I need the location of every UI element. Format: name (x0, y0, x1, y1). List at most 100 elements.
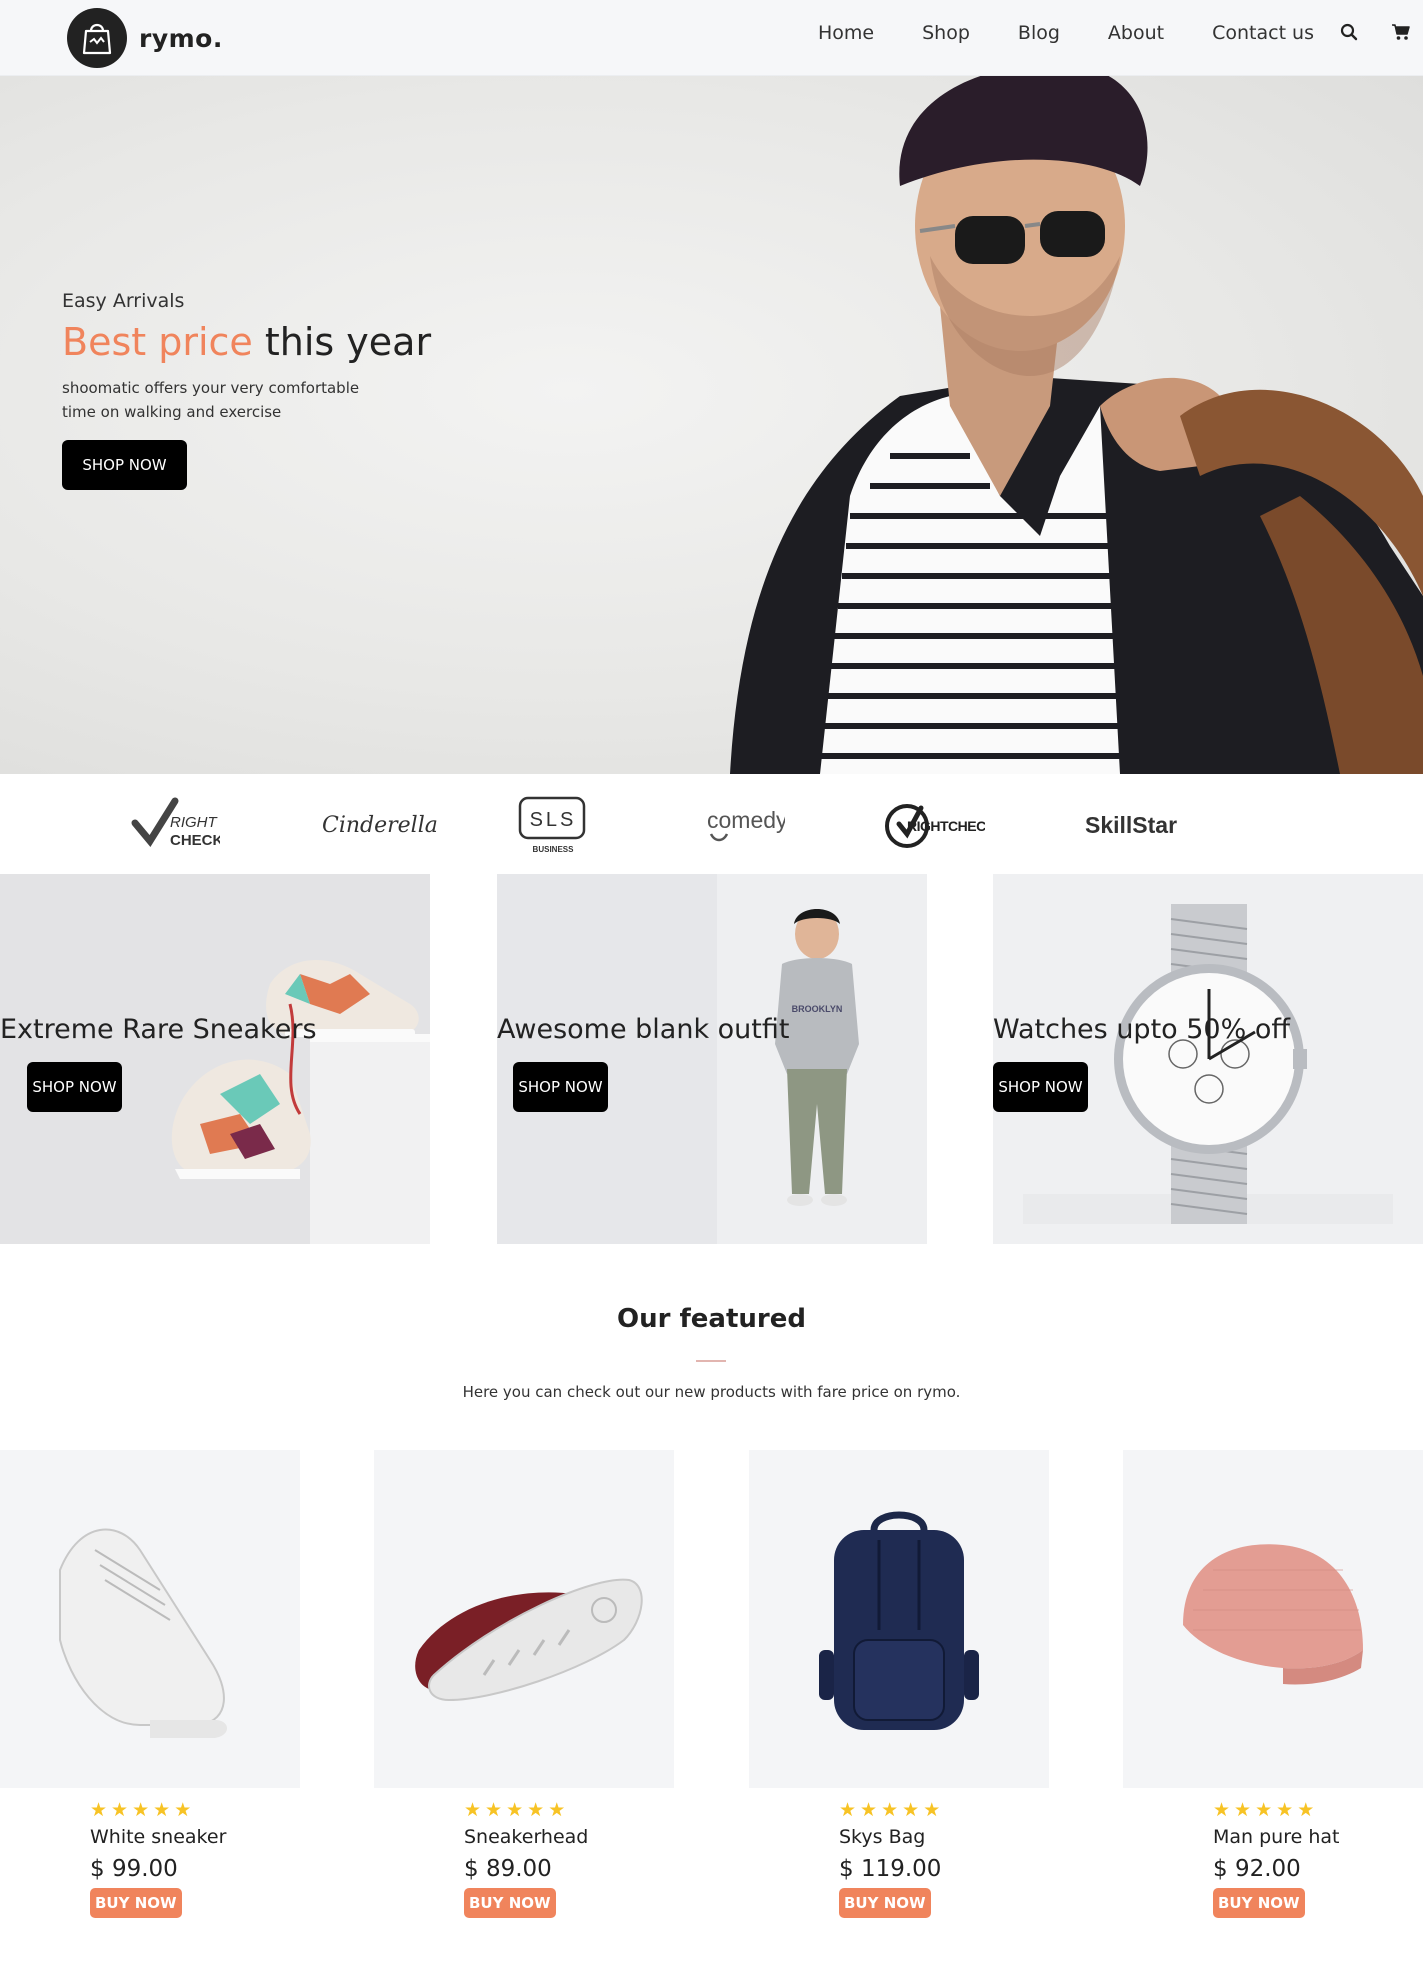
star-icon: ★ (1213, 1799, 1231, 1821)
hero-title-accent: Best price (62, 320, 253, 364)
star-icon: ★ (485, 1799, 503, 1821)
brand-logo-skillstar[interactable]: SkillStar (1085, 794, 1178, 856)
star-icon: ★ (527, 1799, 545, 1821)
brand-name: rymo. (139, 23, 223, 53)
star-icon: ★ (860, 1799, 878, 1821)
brand-text: RIGHT (170, 814, 219, 831)
featured-subtitle: Here you can check out our new products … (462, 1383, 961, 1401)
product-image-sneakerhead[interactable] (374, 1450, 674, 1788)
category-shop-now-button[interactable]: SHOP NOW (513, 1062, 608, 1112)
hero-eyebrow: Easy Arrivals (62, 290, 185, 312)
brand-logo-cinderella[interactable]: Cinderella (322, 794, 438, 856)
brand-text: SLS (530, 809, 577, 831)
product-price: $ 89.00 (464, 1856, 552, 1882)
featured-title: Our featured (617, 1304, 806, 1334)
product-image-skys-bag[interactable] (749, 1450, 1049, 1788)
rating-stars: ★ ★ ★ ★ ★ (90, 1800, 300, 1820)
star-icon: ★ (132, 1799, 150, 1821)
search-icon[interactable] (1336, 19, 1362, 45)
hero-copy: Easy Arrivals Best price this year shoom… (62, 290, 442, 490)
category-shop-now-button[interactable]: SHOP NOW (993, 1062, 1088, 1112)
category-title: Watches upto 50% off (993, 1014, 1290, 1045)
buy-now-button[interactable]: BUY NOW (90, 1888, 182, 1918)
rating-stars: ★ ★ ★ ★ ★ (464, 1800, 674, 1820)
buy-now-button[interactable]: BUY NOW (1213, 1888, 1305, 1918)
star-icon: ★ (1297, 1799, 1315, 1821)
product-price: $ 99.00 (90, 1856, 178, 1882)
hero-title: Best price this year (62, 320, 442, 364)
product-price: $ 92.00 (1213, 1856, 1301, 1882)
product-card[interactable]: ★ ★ ★ ★ ★ Sneakerhead $ 89.00 BUY NOW (374, 1450, 674, 1918)
brand-logo-sls[interactable]: SLS BUSINESS (518, 794, 588, 856)
brand-logo-right-check[interactable]: RIGHT CHECK (130, 794, 220, 856)
brand-logo-rightcheck[interactable]: RIGHTCHECK (885, 794, 985, 856)
star-icon: ★ (506, 1799, 524, 1821)
site-header: rymo. Home Shop Blog About Contact us (0, 0, 1423, 76)
product-name[interactable]: Sneakerhead (464, 1826, 674, 1848)
shopping-bag-logo-icon (67, 8, 127, 68)
product-name[interactable]: Skys Bag (839, 1826, 1049, 1848)
star-icon: ★ (1255, 1799, 1273, 1821)
star-icon: ★ (1234, 1799, 1252, 1821)
buy-now-button[interactable]: BUY NOW (464, 1888, 556, 1918)
category-shop-now-button[interactable]: SHOP NOW (27, 1062, 122, 1112)
product-card[interactable]: ★ ★ ★ ★ ★ White sneaker $ 99.00 BUY NOW (0, 1450, 300, 1918)
brand-text: SkillStar (1085, 811, 1178, 838)
brand-text: RIGHTCHECK (907, 818, 985, 834)
product-info: ★ ★ ★ ★ ★ White sneaker $ 99.00 BUY NOW (90, 1800, 300, 1918)
category-title: Extreme Rare Sneakers (0, 1014, 317, 1045)
buy-now-button[interactable]: BUY NOW (839, 1888, 931, 1918)
svg-text:BROOKLYN: BROOKLYN (792, 1004, 843, 1014)
rating-stars: ★ ★ ★ ★ ★ (1213, 1800, 1423, 1820)
product-name[interactable]: White sneaker (90, 1826, 300, 1848)
product-name[interactable]: Man pure hat (1213, 1826, 1423, 1848)
star-icon: ★ (1276, 1799, 1294, 1821)
category-banner-watches[interactable]: Watches upto 50% off SHOP NOW (993, 874, 1423, 1244)
star-icon: ★ (111, 1799, 129, 1821)
category-banner-outfit[interactable]: BROOKLYN Awesome blank outfit SHOP NOW (497, 874, 927, 1244)
product-price: $ 119.00 (839, 1856, 942, 1882)
kid-outfit-image: BROOKLYN (497, 874, 927, 1244)
sneakers-image (0, 874, 430, 1244)
star-icon: ★ (153, 1799, 171, 1821)
brand-text: comedy (707, 807, 785, 833)
product-card[interactable]: ★ ★ ★ ★ ★ Skys Bag $ 119.00 BUY NOW (749, 1450, 1049, 1918)
nav-about[interactable]: About (1108, 22, 1164, 44)
hero-banner: Easy Arrivals Best price this year shoom… (0, 76, 1423, 774)
brand-subtext: CHECK (170, 832, 220, 849)
brand-subtext: BUSINESS (533, 845, 575, 854)
logo[interactable]: rymo. (67, 8, 223, 68)
brand-logo-comedy[interactable]: comedy (705, 794, 785, 856)
nav-shop[interactable]: Shop (922, 22, 970, 44)
watch-image (993, 874, 1423, 1244)
hero-description: shoomatic offers your very comfortable t… (62, 379, 360, 421)
star-icon: ★ (464, 1799, 482, 1821)
nav-contact[interactable]: Contact us (1212, 22, 1314, 44)
nav-blog[interactable]: Blog (1018, 22, 1060, 44)
cart-icon[interactable] (1388, 19, 1414, 45)
hero-shop-now-button[interactable]: SHOP NOW (62, 440, 187, 490)
nav-home[interactable]: Home (818, 22, 874, 44)
brand-strip: RIGHT CHECK Cinderella SLS BUSINESS come… (0, 774, 1423, 874)
product-info: ★ ★ ★ ★ ★ Skys Bag $ 119.00 BUY NOW (839, 1800, 1049, 1918)
star-icon: ★ (90, 1799, 108, 1821)
category-banner-sneakers[interactable]: Extreme Rare Sneakers SHOP NOW (0, 874, 430, 1244)
product-info: ★ ★ ★ ★ ★ Sneakerhead $ 89.00 BUY NOW (464, 1800, 674, 1918)
category-title: Awesome blank outfit (497, 1014, 790, 1045)
brand-text: Cinderella (322, 812, 438, 838)
star-icon: ★ (839, 1799, 857, 1821)
star-icon: ★ (174, 1799, 192, 1821)
star-icon: ★ (902, 1799, 920, 1821)
star-icon: ★ (548, 1799, 566, 1821)
product-card[interactable]: ★ ★ ★ ★ ★ Man pure hat $ 92.00 BUY NOW (1123, 1450, 1423, 1918)
main-nav: Home Shop Blog About Contact us (818, 18, 1314, 48)
hero-model-image (730, 76, 1423, 774)
star-icon: ★ (923, 1799, 941, 1821)
product-image-white-sneaker[interactable] (0, 1450, 300, 1788)
star-icon: ★ (881, 1799, 899, 1821)
product-image-man-pure-hat[interactable] (1123, 1450, 1423, 1788)
rating-stars: ★ ★ ★ ★ ★ (839, 1800, 1049, 1820)
section-divider (696, 1360, 726, 1362)
product-info: ★ ★ ★ ★ ★ Man pure hat $ 92.00 BUY NOW (1213, 1800, 1423, 1918)
hero-title-rest: this year (252, 320, 432, 364)
